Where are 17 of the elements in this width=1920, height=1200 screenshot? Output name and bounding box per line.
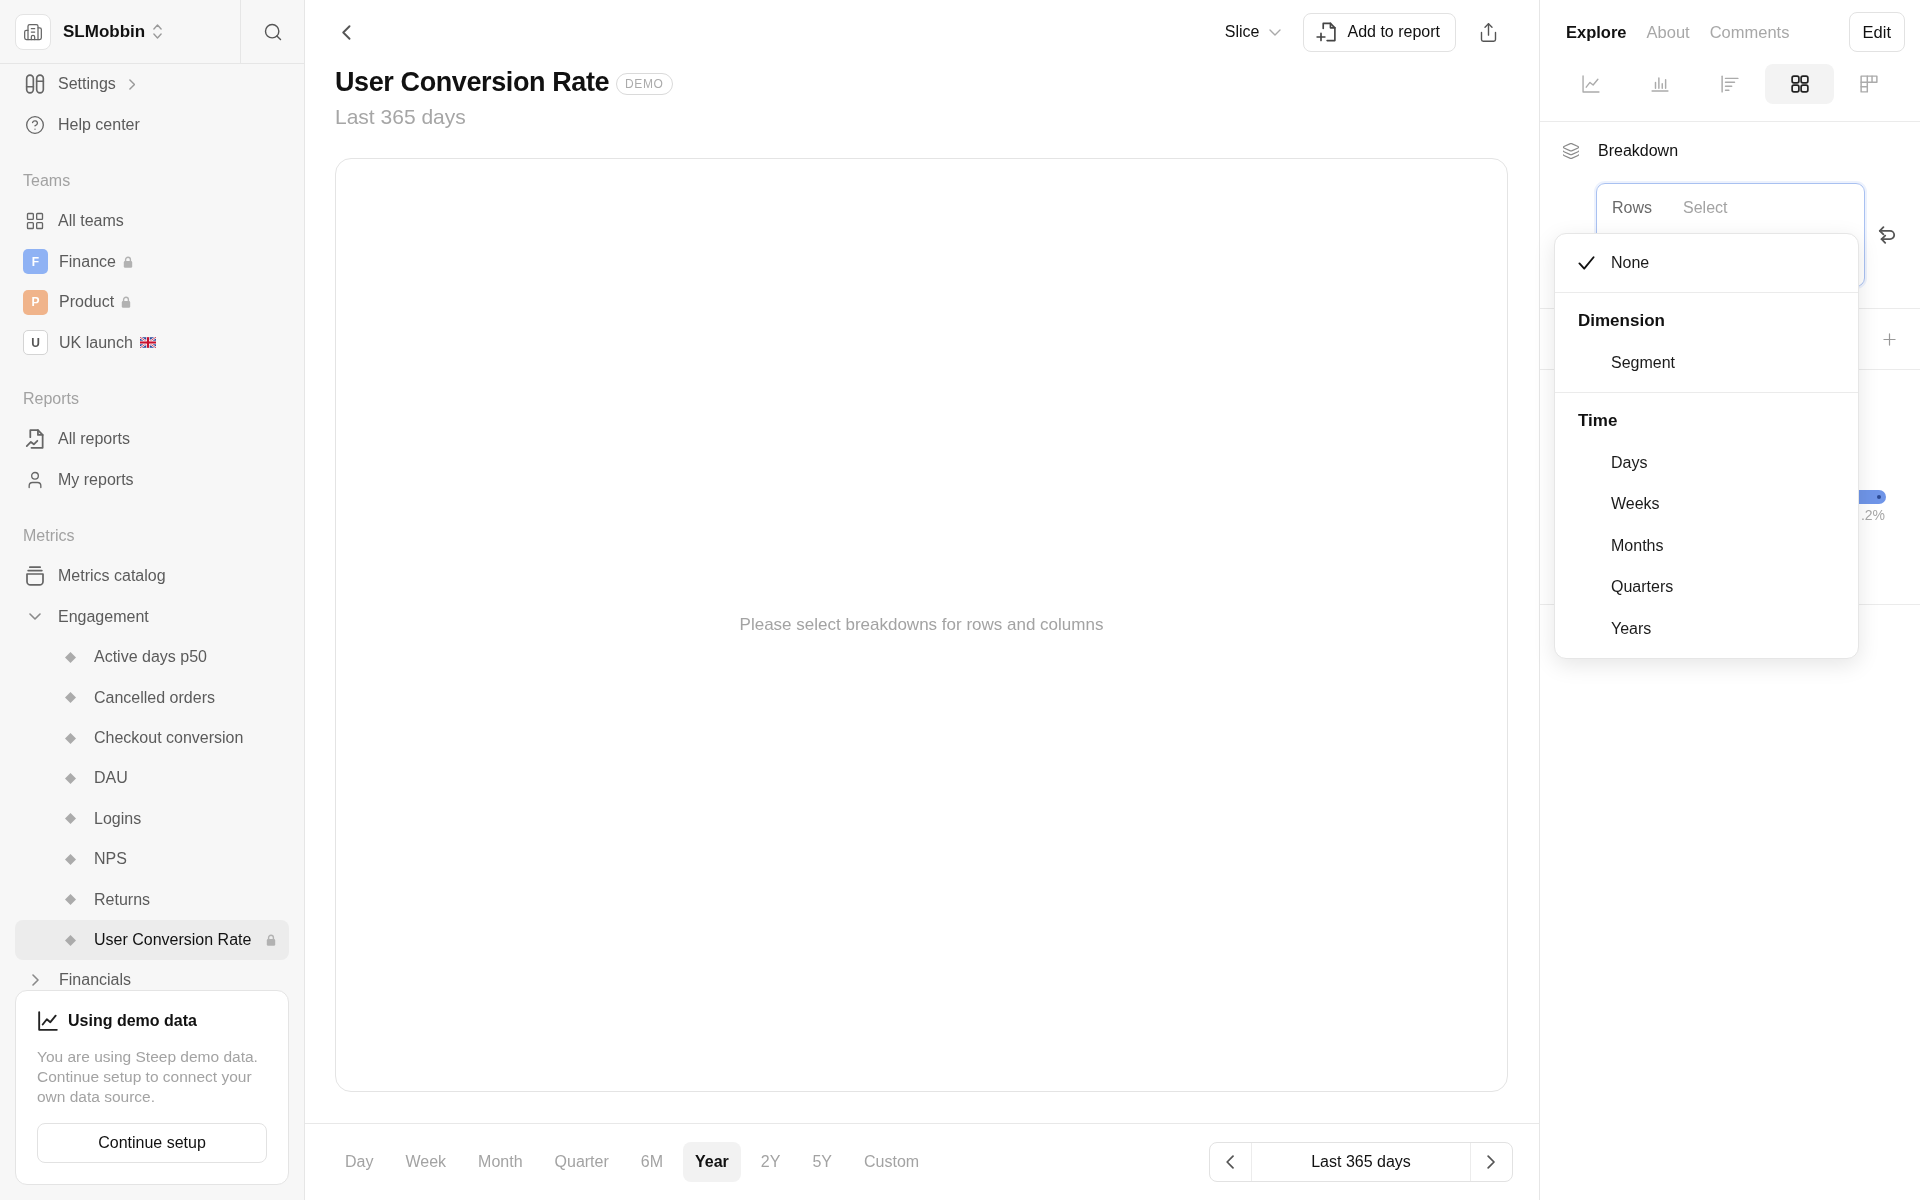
page-subtitle: Last 365 days	[335, 104, 466, 130]
page-title: User Conversion Rate	[335, 66, 610, 98]
card-title: Using demo data	[68, 1012, 197, 1030]
date-range-label: Last 365 days	[1311, 1153, 1411, 1171]
empty-state-message: Please select breakdowns for rows and columns	[739, 615, 1104, 635]
section-heading: Teams	[23, 171, 71, 190]
menu-group-heading: Time	[1578, 411, 1618, 432]
section-heading: Reports	[23, 389, 80, 408]
section-heading: Metrics	[23, 527, 75, 546]
menu-group-heading: Dimension	[1578, 311, 1665, 332]
value-label: .2%	[1860, 507, 1885, 523]
field-label: Rows	[1612, 198, 1652, 218]
team-avatar: P	[23, 289, 48, 315]
section-title: Breakdown	[1598, 142, 1679, 160]
card-description: You are using Steep demo data. Continue setup to connect your own data source.	[37, 1047, 259, 1107]
team-avatar: U	[23, 330, 48, 356]
team-avatar: F	[23, 249, 48, 275]
